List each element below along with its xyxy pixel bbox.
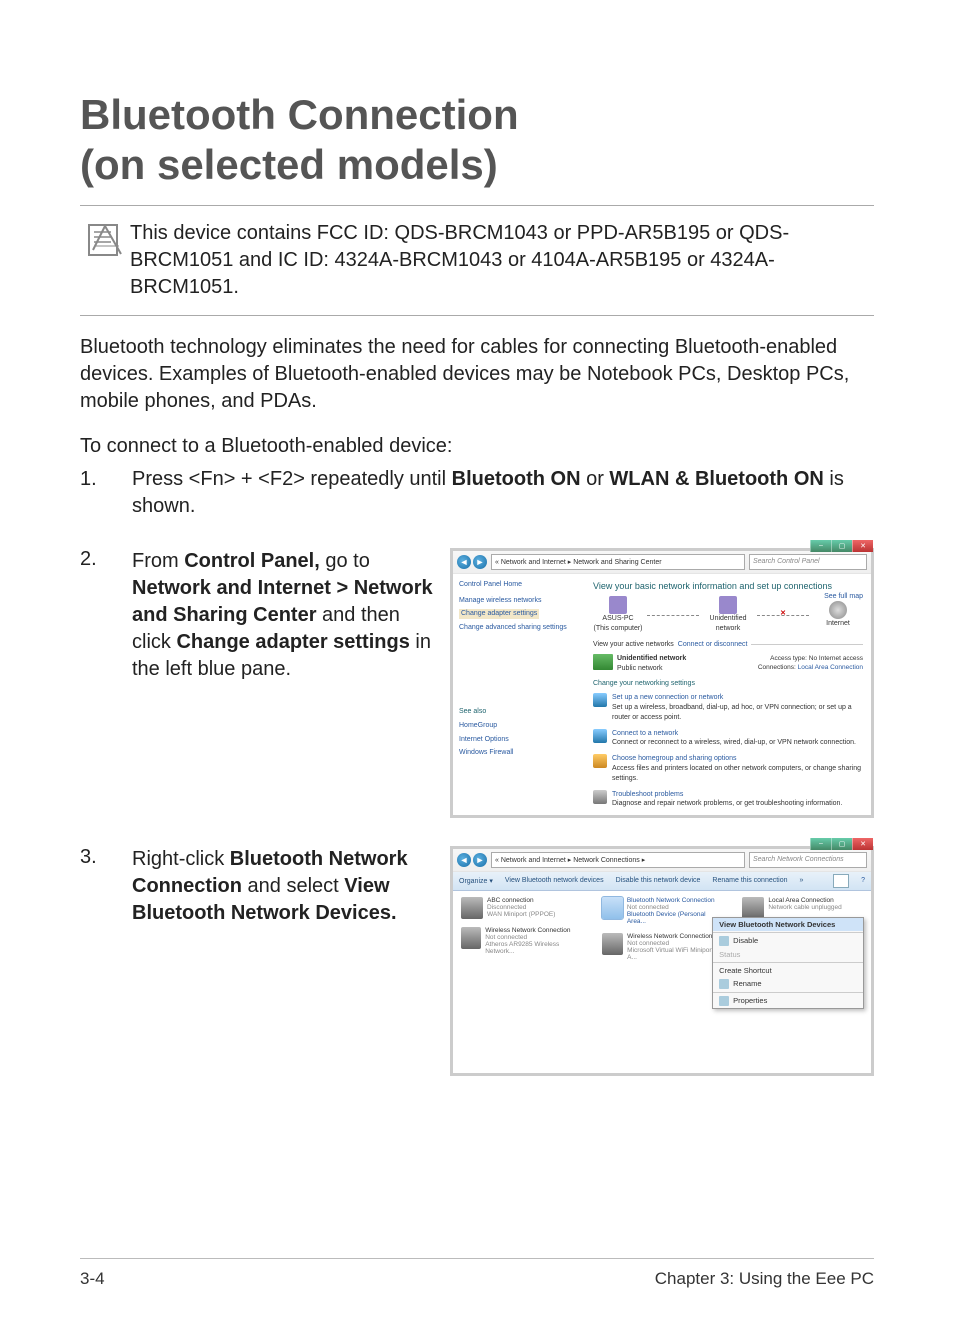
homegroup-link[interactable]: HomeGroup: [459, 721, 579, 731]
right-pane: View your basic network information and …: [585, 574, 871, 816]
internet-icon: [829, 601, 847, 619]
connection-item[interactable]: ABC connectionDisconnectedWAN Miniport (…: [461, 897, 582, 919]
main-heading: View your basic network information and …: [593, 580, 863, 593]
step-2-row: 2. From Control Panel, go to Network and…: [80, 548, 874, 818]
menu-rename[interactable]: Rename: [713, 977, 863, 991]
troubleshoot-option[interactable]: Troubleshoot problemsDiagnose and repair…: [593, 790, 863, 810]
steps-lead: To connect to a Bluetooth-enabled device…: [80, 433, 874, 460]
internet-options-link[interactable]: Internet Options: [459, 735, 579, 745]
back-button[interactable]: ◄: [457, 555, 471, 569]
menu-status: Status: [713, 948, 863, 961]
page-footer: 3-4 Chapter 3: Using the Eee PC: [80, 1258, 874, 1289]
step-1: 1. Press <Fn> + <F2> repeatedly until Bl…: [80, 466, 874, 520]
wizard-icon: [593, 693, 607, 707]
see-also-label: See also: [459, 707, 579, 717]
no-connection-icon: ✕: [780, 609, 786, 619]
context-menu: View Bluetooth Network Devices Disable S…: [712, 917, 864, 1009]
toolbar: Organize ▾ View Bluetooth network device…: [453, 872, 871, 891]
see-full-map-link[interactable]: See full map: [824, 592, 863, 602]
troubleshoot-icon: [593, 790, 607, 804]
connection-item[interactable]: Local Area ConnectionNetwork cable unplu…: [742, 897, 863, 919]
forward-button[interactable]: ►: [473, 853, 487, 867]
step-3-row: 3. Right-click Bluetooth Network Connect…: [80, 846, 874, 1076]
maximize-button[interactable]: ▢: [831, 838, 852, 850]
menu-disable[interactable]: Disable: [713, 934, 863, 948]
local-area-connection-link[interactable]: Local Area Connection: [798, 664, 863, 671]
minimize-button[interactable]: –: [810, 540, 831, 552]
address-bar[interactable]: « Network and Internet ▸ Network and Sha…: [491, 554, 745, 570]
connection-item[interactable]: Wireless Network Connection 2Not connect…: [602, 933, 723, 961]
page-title: Bluetooth Connection (on selected models…: [80, 90, 874, 191]
menu-view-bt-devices[interactable]: View Bluetooth Network Devices: [713, 918, 863, 931]
connection-icon: [461, 927, 481, 949]
network-status-icon: [593, 654, 613, 670]
connect-disconnect-link[interactable]: Connect or disconnect: [678, 640, 748, 650]
connect-network-option[interactable]: Connect to a networkConnect or reconnect…: [593, 729, 863, 749]
rename-connection-cmd[interactable]: Rename this connection: [712, 877, 787, 884]
control-panel-home-link[interactable]: Control Panel Home: [459, 580, 579, 590]
shield-icon: [719, 996, 729, 1006]
menu-create-shortcut[interactable]: Create Shortcut: [713, 964, 863, 977]
close-button[interactable]: ✕: [852, 838, 873, 850]
close-button[interactable]: ✕: [852, 540, 873, 552]
pc-icon: [609, 596, 627, 614]
note-text: This device contains FCC ID: QDS-BRCM104…: [130, 220, 874, 301]
connection-icon: [602, 897, 623, 919]
address-bar[interactable]: « Network and Internet ▸ Network Connect…: [491, 852, 745, 868]
forward-button[interactable]: ►: [473, 555, 487, 569]
homegroup-option[interactable]: Choose homegroup and sharing optionsAcce…: [593, 754, 863, 783]
connection-icon: [461, 897, 483, 919]
back-button[interactable]: ◄: [457, 853, 471, 867]
screenshot-network-connections: – ▢ ✕ ◄ ► « Network and Internet ▸ Netwo…: [450, 846, 874, 1076]
connect-icon: [593, 729, 607, 743]
connection-item[interactable]: Wireless Network ConnectionNot connected…: [461, 927, 582, 955]
view-icon[interactable]: [833, 874, 849, 888]
left-pane: Control Panel Home Manage wireless netwo…: [453, 574, 585, 816]
help-icon[interactable]: ?: [861, 877, 865, 884]
divider: [80, 205, 874, 206]
note-box: This device contains FCC ID: QDS-BRCM104…: [80, 220, 874, 316]
network-icon: [719, 596, 737, 614]
homegroup-icon: [593, 754, 607, 768]
shield-icon: [719, 936, 729, 946]
disable-device-cmd[interactable]: Disable this network device: [616, 877, 701, 884]
chapter-label: Chapter 3: Using the Eee PC: [655, 1269, 874, 1289]
windows-firewall-link[interactable]: Windows Firewall: [459, 748, 579, 758]
setup-connection-option[interactable]: Set up a new connection or networkSet up…: [593, 693, 863, 722]
manage-wireless-link[interactable]: Manage wireless networks: [459, 596, 579, 606]
search-input[interactable]: Search Control Panel: [749, 554, 867, 570]
change-advanced-sharing-link[interactable]: Change advanced sharing settings: [459, 623, 579, 633]
note-icon: [80, 220, 130, 301]
connection-icon: [602, 933, 624, 955]
view-bt-devices-cmd[interactable]: View Bluetooth network devices: [505, 877, 604, 884]
organize-menu[interactable]: Organize ▾: [459, 877, 493, 885]
change-adapter-settings-link[interactable]: Change adapter settings: [459, 609, 539, 619]
more-cmd[interactable]: »: [800, 877, 804, 884]
connection-icon: [742, 897, 764, 919]
minimize-button[interactable]: –: [810, 838, 831, 850]
shield-icon: [719, 979, 729, 989]
menu-properties[interactable]: Properties: [713, 994, 863, 1008]
intro-paragraph: Bluetooth technology eliminates the need…: [80, 334, 874, 415]
screenshot-network-sharing-center: – ▢ ✕ ◄ ► « Network and Internet ▸ Netwo…: [450, 548, 874, 818]
search-input[interactable]: Search Network Connections: [749, 852, 867, 868]
network-diagram: ASUS-PC(This computer) Unidentified netw…: [593, 596, 863, 634]
page-number: 3-4: [80, 1269, 105, 1289]
maximize-button[interactable]: ▢: [831, 540, 852, 552]
bluetooth-connection-item[interactable]: Bluetooth Network ConnectionNot connecte…: [602, 897, 723, 925]
